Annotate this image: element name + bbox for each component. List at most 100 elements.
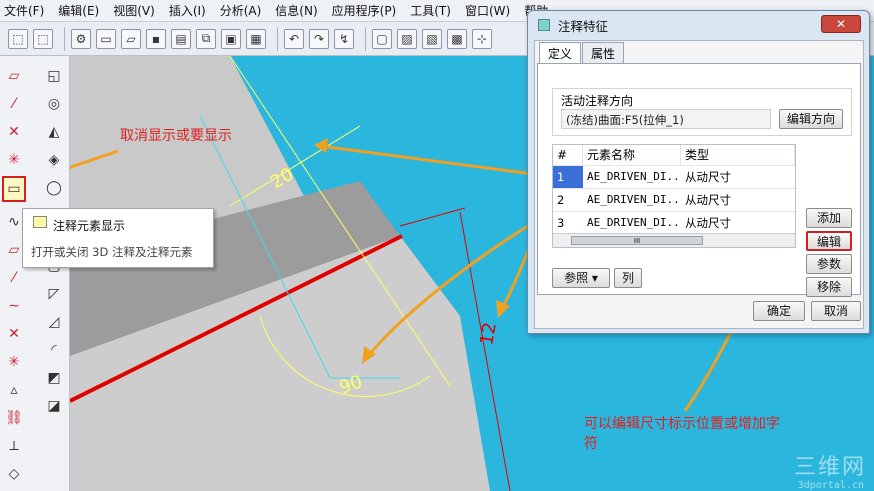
table-hscrollbar[interactable]: III — [553, 233, 795, 247]
row-type: 从动尺寸 — [685, 170, 731, 184]
col-type-header[interactable]: 类型 — [681, 145, 795, 165]
toolbar-separator — [277, 26, 278, 51]
scroll-thumb[interactable]: III — [571, 236, 703, 245]
cancel-button[interactable]: 取消 — [811, 301, 861, 321]
menu-window[interactable]: 窗口(W) — [465, 2, 510, 19]
remove-button[interactable]: 移除 — [806, 277, 852, 297]
toolbar-separator — [64, 26, 65, 51]
datum-icon[interactable]: ⊹ — [472, 28, 492, 49]
row-number: 3 — [557, 216, 565, 230]
row-type: 从动尺寸 — [685, 216, 731, 230]
menu-insert[interactable]: 插入(I) — [169, 2, 206, 19]
params-button[interactable]: 参数 — [806, 254, 852, 274]
menu-view[interactable]: 视图(V) — [113, 2, 155, 19]
dialog-tabs: 定义 属性 — [539, 42, 625, 64]
edit-direction-button[interactable]: 编辑方向 — [779, 109, 843, 129]
row-name: AE_DRIVEN_DI... — [587, 193, 681, 206]
new-file-icon[interactable]: ▭ — [96, 28, 116, 49]
print-icon[interactable]: ▤ — [171, 28, 191, 49]
col-name-header[interactable]: 元素名称 — [583, 145, 681, 165]
dialog-titlebar: 注释特征 — [528, 11, 869, 39]
annotation-display-icon[interactable]: ▭ — [2, 176, 26, 202]
row-number: 2 — [557, 193, 565, 207]
rib-icon[interactable]: ◸ — [44, 284, 64, 304]
chamfer-icon[interactable]: ◩ — [44, 368, 64, 388]
csys-display-icon[interactable]: ✳ — [4, 150, 24, 170]
select-icon[interactable]: ⬚ — [8, 28, 28, 49]
copy-icon[interactable]: ⧉ — [196, 28, 216, 49]
table-row[interactable]: 2 AE_DRIVEN_DI... 从动尺寸 — [553, 188, 795, 211]
dialog-title: 注释特征 — [558, 18, 609, 34]
columns-button[interactable]: 列 — [614, 268, 642, 288]
csys-icon[interactable]: ✳ — [4, 352, 24, 372]
table-row[interactable]: 3 AE_DRIVEN_DI... 从动尺寸 — [553, 211, 795, 234]
menu-applications[interactable]: 应用程序(P) — [332, 2, 397, 19]
trim-icon[interactable]: ◪ — [44, 396, 64, 416]
toolbar-separator — [365, 26, 366, 51]
row-name: AE_DRIVEN_DI... — [587, 216, 681, 229]
dialog-app-icon — [538, 19, 550, 31]
row-name: AE_DRIVEN_DI... — [587, 170, 681, 183]
datum-point-display-icon[interactable]: ✕ — [4, 122, 24, 142]
point-icon[interactable]: ✕ — [4, 324, 24, 344]
row-number: 1 — [553, 166, 583, 188]
definition-panel: 活动注释方向 (冻结)曲面:F5(拉伸_1) 编辑方向 # 元素名称 类型 1 … — [537, 63, 861, 297]
curve-icon[interactable]: ∼ — [4, 296, 24, 316]
analysis-icon[interactable]: ▵ — [4, 380, 24, 400]
table-row[interactable]: 1 AE_DRIVEN_DI... 从动尺寸 — [553, 165, 795, 188]
orient-icon[interactable]: ▧ — [422, 28, 442, 49]
open-file-icon[interactable]: ▱ — [121, 28, 141, 49]
references-dropdown[interactable]: 参照 ▾ — [552, 268, 610, 288]
blend-icon[interactable]: ◈ — [44, 150, 64, 170]
axis-icon[interactable]: ⁄ — [4, 268, 24, 288]
select-box-icon[interactable]: ⬚ — [33, 28, 53, 49]
elements-table: # 元素名称 类型 1 AE_DRIVEN_DI... 从动尺寸 2 AE_DR… — [552, 144, 796, 248]
tab-properties[interactable]: 属性 — [582, 42, 625, 64]
redo-icon[interactable]: ↷ — [309, 28, 329, 49]
plane-icon[interactable]: ▱ — [4, 240, 24, 260]
annotation-note-bottom: 可以编辑尺寸标示位置或增加字符 — [584, 416, 780, 452]
save-icon[interactable]: ▪ — [146, 28, 166, 49]
tab-definition[interactable]: 定义 — [539, 42, 582, 64]
ok-button[interactable]: 确定 — [753, 301, 805, 321]
chain-icon[interactable]: ⛓ — [4, 408, 24, 428]
watermark-logo: 三维网 — [793, 455, 866, 480]
dialog-close-button[interactable]: ✕ — [821, 15, 861, 33]
tooltip: 注释元素显示 打开或关闭 3D 注释及注释元素 — [22, 208, 214, 268]
direction-group: 活动注释方向 (冻结)曲面:F5(拉伸_1) 编辑方向 — [552, 88, 852, 136]
dim-12-label[interactable]: 12 — [476, 321, 501, 347]
round-icon[interactable]: ◜ — [44, 340, 64, 360]
menu-edit[interactable]: 编辑(E) — [58, 2, 99, 19]
tooltip-description: 打开或关闭 3D 注释及注释元素 — [31, 245, 193, 259]
annotation-feature-dialog: 注释特征 ✕ 定义 属性 活动注释方向 (冻结)曲面:F5(拉伸_1) 编辑方向… — [527, 10, 870, 334]
menu-tools[interactable]: 工具(T) — [410, 2, 451, 19]
hole-icon[interactable]: ◯ — [44, 178, 64, 198]
revolve-icon[interactable]: ◎ — [44, 94, 64, 114]
window-icon[interactable]: ▢ — [372, 28, 392, 49]
edit-button[interactable]: 编辑 — [806, 231, 852, 251]
extrude-icon[interactable]: ◱ — [44, 66, 64, 86]
menu-info[interactable]: 信息(N) — [275, 2, 317, 19]
add-button[interactable]: 添加 — [806, 208, 852, 228]
regenerate-icon[interactable]: ↯ — [334, 28, 354, 49]
tooltip-title: 注释元素显示 — [53, 219, 126, 233]
sweep-icon[interactable]: ◭ — [44, 122, 64, 142]
left-toolbar: ▱ ⁄ ✕ ✳ ▭ ∿ ▱ ⁄ ∼ ✕ ✳ ▵ ⛓ ⟂ ◇ ◱ ◎ ◭ ◈ ◯ … — [0, 56, 70, 491]
datum-plane-display-icon[interactable]: ▱ — [4, 66, 24, 86]
direction-field: (冻结)曲面:F5(拉伸_1) — [561, 109, 771, 129]
draft-icon[interactable]: ◿ — [44, 312, 64, 332]
datum-axis-display-icon[interactable]: ⁄ — [4, 94, 24, 114]
undo-icon[interactable]: ↶ — [284, 28, 304, 49]
col-number-header[interactable]: # — [553, 145, 583, 165]
mirror-icon[interactable]: ⟂ — [4, 436, 24, 456]
model-tree-icon[interactable]: ⚙ — [71, 28, 91, 49]
clipboard-icon[interactable]: ▦ — [246, 28, 266, 49]
view-manager-icon[interactable]: ▨ — [397, 28, 417, 49]
pattern-icon[interactable]: ◇ — [4, 464, 24, 484]
paste-icon[interactable]: ▣ — [221, 28, 241, 49]
layer-icon[interactable]: ▩ — [447, 28, 467, 49]
menu-file[interactable]: 文件(F) — [4, 2, 44, 19]
sketch-icon[interactable]: ∿ — [4, 212, 24, 232]
direction-group-label: 活动注释方向 — [561, 94, 634, 108]
menu-analysis[interactable]: 分析(A) — [220, 2, 262, 19]
